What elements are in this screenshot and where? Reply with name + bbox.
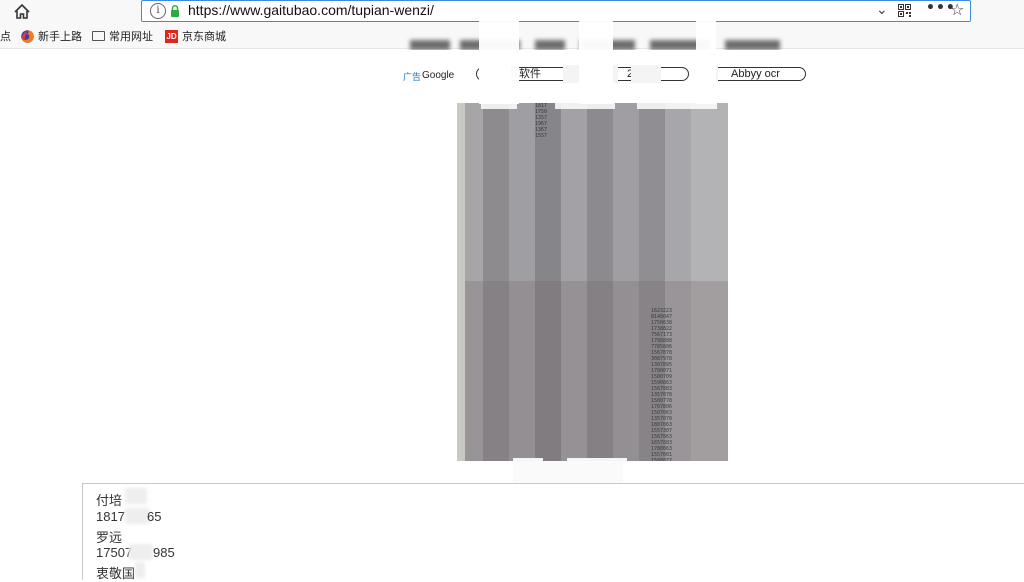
jd-icon: JD	[165, 29, 178, 43]
bookmark-item-folder[interactable]: 常用网址	[92, 28, 153, 44]
result-line-tail: 65	[147, 509, 162, 524]
ocr-result-textarea[interactable]: 付培 1817 65 罗远 17507 985 衷敬国	[82, 483, 1024, 581]
home-button[interactable]	[12, 2, 32, 20]
qr-code-icon[interactable]	[898, 4, 911, 17]
ad-link-abbyy[interactable]: Abbyy ocr	[704, 67, 806, 81]
firefox-icon	[21, 29, 34, 43]
result-line: 付培	[96, 493, 123, 508]
bookmark-item[interactable]: 点	[0, 28, 11, 44]
site-info-icon[interactable]: i	[150, 3, 166, 19]
result-line-tail: 985	[153, 545, 175, 560]
ad-label: 广告	[403, 72, 422, 82]
address-bar[interactable]: i https://www.gaitubao.com/tupian-wenzi/…	[141, 0, 971, 22]
bookmark-item-jd[interactable]: JD 京东商城	[165, 28, 226, 44]
image-text-column: 1817 1750 1357 1967 1367 1557	[535, 103, 548, 139]
home-icon	[14, 3, 30, 19]
ad-link-text: Abbyy ocr	[731, 68, 780, 80]
bookmark-item-firefox[interactable]: 新手上路	[21, 28, 82, 44]
result-line: 罗远	[96, 530, 123, 545]
bookmark-label: 京东商城	[182, 31, 226, 43]
result-line: 17507	[96, 545, 133, 560]
bookmark-label: 新手上路	[38, 31, 82, 43]
chevron-down-icon[interactable]: ⌄	[876, 2, 888, 18]
uploaded-image-preview: 1817 1750 1357 1967 1367 1557 1623223 81…	[457, 103, 728, 461]
folder-icon	[92, 31, 105, 41]
url-text[interactable]: https://www.gaitubao.com/tupian-wenzi/	[188, 2, 434, 18]
lock-icon[interactable]	[170, 5, 180, 17]
star-icon[interactable]: ☆	[950, 0, 964, 19]
bookmark-label: 点	[0, 31, 11, 43]
result-line: 1817	[96, 509, 125, 524]
image-text-column: 1623223 8148047 1750638 1738822 7567173 …	[651, 308, 673, 461]
result-line: 衷敬国	[96, 566, 136, 581]
bookmark-label: 常用网址	[109, 31, 153, 43]
ad-provider: Google	[422, 70, 455, 81]
